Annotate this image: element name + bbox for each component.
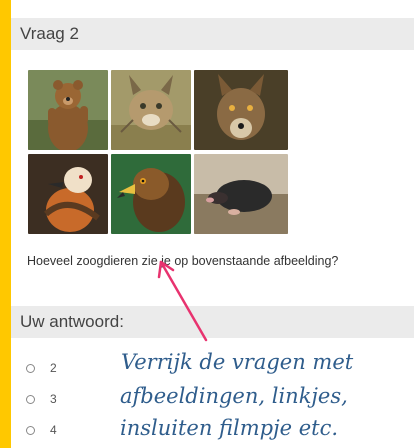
annotation-line: Verrijk de vragen met xyxy=(121,350,354,374)
radio-button[interactable] xyxy=(26,363,35,373)
wolf-image xyxy=(194,70,288,150)
radio-button[interactable] xyxy=(26,425,35,435)
question-image xyxy=(28,70,288,234)
answer-option-4[interactable]: 4 xyxy=(26,423,57,437)
answer-option-3[interactable]: 3 xyxy=(26,392,57,406)
question-text: Hoeveel zoogdieren zie je op bovenstaand… xyxy=(27,254,339,268)
answer-option-label: 3 xyxy=(50,392,57,406)
radio-button[interactable] xyxy=(26,394,35,404)
answer-option-label: 2 xyxy=(50,361,57,375)
annotation-line: afbeeldingen, linkjes, xyxy=(120,384,348,408)
eagle-image xyxy=(111,154,191,234)
answer-title: Uw antwoord: xyxy=(20,312,124,331)
annotation-line: insluiten filmpje etc. xyxy=(120,416,339,440)
answer-option-2[interactable]: 2 xyxy=(26,361,57,375)
bear-image xyxy=(28,70,108,150)
vulture-image xyxy=(28,154,108,234)
answer-option-label: 4 xyxy=(50,423,57,437)
mole-image xyxy=(194,154,288,234)
lynx-image xyxy=(111,70,191,150)
question-title: Vraag 2 xyxy=(20,24,79,43)
